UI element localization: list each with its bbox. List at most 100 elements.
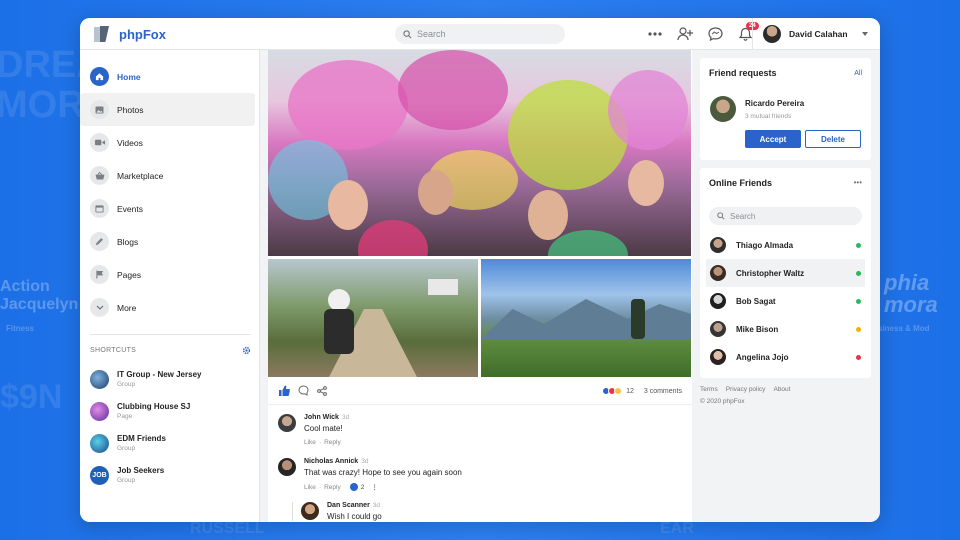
online-friend-item[interactable]: Angelina Jojo — [700, 343, 871, 371]
bg-text: siness & Mod — [878, 324, 930, 333]
sidebar-item-home[interactable]: Home — [80, 60, 255, 93]
logo[interactable]: phpFox — [94, 26, 166, 42]
shortcut-name: EDM Friends — [117, 434, 166, 443]
status-dot — [856, 298, 861, 304]
logo-icon — [94, 26, 116, 42]
sidebar-item-label: Blogs — [117, 236, 139, 247]
online-friend-item[interactable]: Bob Sagat — [700, 287, 871, 315]
like-link[interactable]: Like — [304, 439, 316, 446]
pencil-icon — [90, 232, 109, 251]
shortcut-name: IT Group - New Jersey — [117, 370, 202, 379]
shortcut-item[interactable]: Clubbing House SJ Page — [80, 395, 259, 427]
haha-reaction-icon — [614, 387, 623, 395]
online-friend-item[interactable]: Thiago Almada — [700, 231, 871, 259]
delete-button[interactable]: Delete — [805, 130, 861, 148]
avatar — [710, 96, 736, 122]
accept-button[interactable]: Accept — [745, 130, 801, 148]
sidebar-item-marketplace[interactable]: Marketplace — [80, 159, 255, 192]
chevron-down-icon — [90, 298, 109, 317]
shortcut-avatar — [90, 401, 109, 421]
status-dot — [856, 354, 861, 360]
post-photo-mountain[interactable] — [481, 259, 691, 377]
shortcut-type: Group — [117, 381, 136, 388]
footer-link-terms[interactable]: Terms — [700, 386, 718, 393]
more-apps-icon[interactable] — [640, 18, 670, 50]
app-window: phpFox Search 24 David Calahan Home Phot… — [80, 18, 880, 522]
share-icon[interactable] — [317, 385, 327, 396]
shortcut-item[interactable]: IT Group - New Jersey Group — [80, 363, 259, 395]
sidebar-item-label: Videos — [117, 137, 143, 148]
online-friend-item[interactable]: Christopher Waltz — [706, 259, 865, 287]
bg-text: Action — [0, 278, 50, 295]
shortcut-type: Group — [117, 445, 136, 452]
reply-link[interactable]: Reply — [324, 439, 341, 446]
friends-search-input[interactable]: Search — [709, 207, 862, 225]
sidebar-item-blogs[interactable]: Blogs — [80, 225, 255, 258]
all-link[interactable]: All — [854, 70, 862, 77]
footer-link-privacy[interactable]: Privacy policy — [726, 386, 766, 393]
mutual-friends: 3 mutual friends — [745, 113, 792, 120]
status-dot — [856, 242, 861, 248]
top-bar: phpFox Search 24 David Calahan — [80, 18, 880, 50]
reaction-count: 12 — [626, 387, 634, 395]
more-options-icon[interactable]: ⋮ — [371, 483, 378, 491]
footer: Terms Privacy policy About © 2020 phpFox — [700, 386, 798, 405]
sidebar-item-label: Home — [117, 71, 141, 82]
messages-icon[interactable] — [700, 18, 730, 50]
shortcuts-title: SHORTCUTS — [90, 346, 137, 354]
separator: · — [318, 439, 322, 446]
like-icon[interactable] — [278, 385, 290, 396]
friend-name: Mike Bison — [736, 324, 779, 334]
reply-link[interactable]: Reply — [324, 484, 341, 491]
comment-reply: Dan Scanner 3d Wish I could go — [292, 502, 382, 521]
comment-reaction-count: 2 — [360, 483, 365, 491]
shortcut-avatar — [90, 369, 109, 389]
post-photo-main[interactable] — [268, 50, 691, 256]
sidebar-item-pages[interactable]: Pages — [80, 258, 255, 291]
comment-text: Wish I could go — [327, 512, 382, 521]
bg-text: mora — [884, 292, 938, 317]
comment-author[interactable]: Dan Scanner — [327, 502, 370, 509]
reaction-summary[interactable]: 12 3 comments — [602, 377, 682, 405]
avatar — [710, 349, 726, 365]
shortcut-avatar: JOB — [90, 465, 109, 485]
sidebar-item-events[interactable]: Events — [80, 192, 255, 225]
comments-count[interactable]: 3 comments — [644, 388, 682, 395]
more-options-icon[interactable]: ••• — [854, 178, 862, 187]
avatar — [710, 237, 726, 253]
request-name[interactable]: Ricardo Pereira — [745, 99, 804, 108]
comment-author[interactable]: Nicholas Annick — [304, 458, 358, 465]
add-friend-icon[interactable] — [670, 18, 700, 50]
comment-icon[interactable] — [298, 385, 309, 396]
search-input[interactable]: Search — [395, 24, 565, 44]
comment-time: 3d — [372, 502, 381, 509]
shortcuts-header: SHORTCUTS — [80, 343, 259, 357]
post-actions: 12 3 comments — [268, 377, 692, 405]
online-friend-item[interactable]: Mike Bison — [700, 315, 871, 343]
sidebar-item-photos[interactable]: Photos — [80, 93, 255, 126]
comment: Nicholas Annick 3d That was crazy! Hope t… — [278, 458, 462, 491]
shortcut-avatar — [90, 433, 109, 453]
sidebar-item-label: More — [117, 302, 137, 313]
shortcut-item[interactable]: EDM Friends Group — [80, 427, 259, 459]
status-dot — [856, 326, 861, 332]
bg-text: RUSSELL — [190, 520, 265, 537]
sidebar-item-more[interactable]: More — [80, 291, 255, 324]
post-photo-road[interactable] — [268, 259, 478, 377]
sidebar-item-videos[interactable]: Videos — [80, 126, 255, 159]
online-friends-panel: Online Friends ••• Search Thiago Almada … — [700, 168, 871, 378]
like-link[interactable]: Like — [304, 484, 316, 491]
gear-icon[interactable] — [242, 346, 251, 355]
bg-text: MOR — [0, 84, 85, 126]
top-icons: 24 — [640, 18, 760, 50]
footer-link-about[interactable]: About — [773, 386, 790, 393]
user-name: David Calahan — [789, 29, 848, 39]
comment-author[interactable]: John Wick — [304, 414, 339, 421]
shortcut-item[interactable]: JOB Job Seekers Group — [80, 459, 259, 491]
copyright: © 2020 phpFox — [700, 398, 745, 405]
user-menu[interactable]: David Calahan — [752, 18, 880, 50]
avatar — [301, 502, 319, 520]
video-icon — [90, 133, 109, 152]
comment-text: Cool mate! — [304, 424, 343, 433]
search-placeholder: Search — [730, 211, 756, 221]
